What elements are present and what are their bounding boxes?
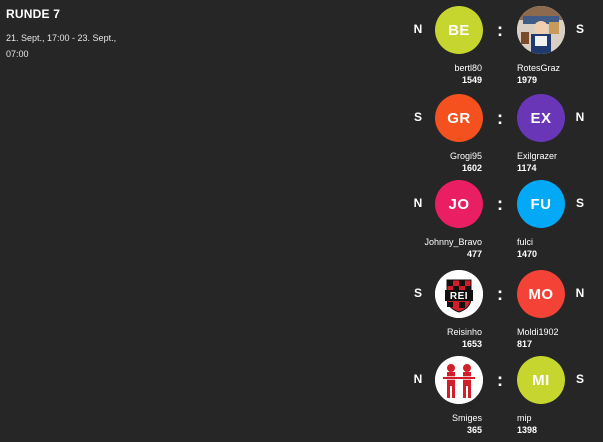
- home-player-rating: 477: [466, 249, 482, 259]
- match-row[interactable]: S REI : MO Reisinho 1653 Moldi1902 817 N: [400, 270, 603, 356]
- away-player-name[interactable]: RotesGraz: [517, 63, 560, 74]
- away-player-rating: 817: [517, 339, 533, 349]
- avatar-initials: MO: [528, 285, 554, 303]
- vs-separator: :: [497, 20, 503, 40]
- vs-separator: :: [497, 370, 503, 390]
- match-row[interactable]: N : MI Smiges 365 mip 1398 S: [400, 356, 603, 442]
- home-player-rating: 1549: [461, 75, 482, 85]
- away-player-rating: 1470: [517, 249, 538, 259]
- match-row[interactable]: N JO : FU Johnny_Bravo 477 fulci 1470 S: [400, 180, 603, 266]
- match-row[interactable]: S GR : EX Grogi95 1602 Exilgrazer 1174 N: [400, 94, 603, 180]
- avatar-initials: MI: [532, 371, 550, 389]
- away-result: S: [575, 196, 584, 210]
- home-avatar[interactable]: BE: [435, 6, 483, 54]
- away-player-rating: 1174: [517, 163, 537, 173]
- home-avatar[interactable]: GR: [435, 94, 483, 142]
- home-player-name[interactable]: Grogi95: [450, 151, 482, 162]
- avatar-initials: REI: [450, 291, 468, 302]
- home-player-name[interactable]: Johnny_Bravo: [424, 237, 482, 248]
- home-player-name[interactable]: Smiges: [452, 413, 482, 424]
- vs-separator: :: [497, 284, 503, 304]
- home-result: N: [413, 196, 423, 210]
- round-dates: 21. Sept., 17:00 - 23. Sept., 07:00: [6, 33, 117, 59]
- avatar-initials: FU: [530, 195, 552, 213]
- away-player-rating: 1979: [517, 75, 538, 85]
- away-result: N: [575, 286, 585, 300]
- away-avatar[interactable]: MO: [517, 270, 565, 318]
- away-avatar[interactable]: EX: [517, 94, 565, 142]
- away-avatar[interactable]: MI: [517, 356, 565, 404]
- avatar-initials: BE: [448, 21, 470, 39]
- home-result: N: [413, 22, 423, 36]
- away-avatar[interactable]: [517, 6, 565, 54]
- home-result: S: [413, 286, 422, 300]
- checkered-crest-icon: REI: [435, 270, 483, 318]
- red-silhouette-icon: [435, 356, 483, 404]
- away-player-name[interactable]: fulci: [517, 237, 533, 248]
- away-player-name[interactable]: Moldi1902: [517, 327, 559, 338]
- away-player-name[interactable]: Exilgrazer: [517, 151, 557, 162]
- vs-separator: :: [497, 108, 503, 128]
- home-avatar[interactable]: [435, 356, 483, 404]
- avatar-initials: JO: [448, 195, 470, 213]
- home-player-rating: 365: [466, 425, 482, 435]
- home-player-rating: 1602: [461, 163, 482, 173]
- match-row[interactable]: N BE : bertl80 1549 RotesGraz 1979 S: [400, 6, 603, 92]
- round-title: RUNDE 7: [6, 7, 61, 21]
- avatar-initials: GR: [447, 109, 471, 127]
- home-result: N: [413, 372, 423, 386]
- photo-avatar-icon: [517, 6, 565, 54]
- home-player-rating: 1653: [461, 339, 482, 349]
- avatar-initials: EX: [530, 109, 552, 127]
- away-player-rating: 1398: [517, 425, 538, 435]
- away-result: S: [575, 22, 584, 36]
- away-player-name[interactable]: mip: [517, 413, 532, 424]
- vs-separator: :: [497, 194, 503, 214]
- away-result: S: [575, 372, 584, 386]
- home-avatar[interactable]: REI: [435, 270, 483, 318]
- away-avatar[interactable]: FU: [517, 180, 565, 228]
- home-player-name[interactable]: bertl80: [454, 63, 482, 74]
- home-result: S: [413, 110, 422, 124]
- home-avatar[interactable]: JO: [435, 180, 483, 228]
- away-result: N: [575, 110, 585, 124]
- home-player-name[interactable]: Reisinho: [447, 327, 482, 338]
